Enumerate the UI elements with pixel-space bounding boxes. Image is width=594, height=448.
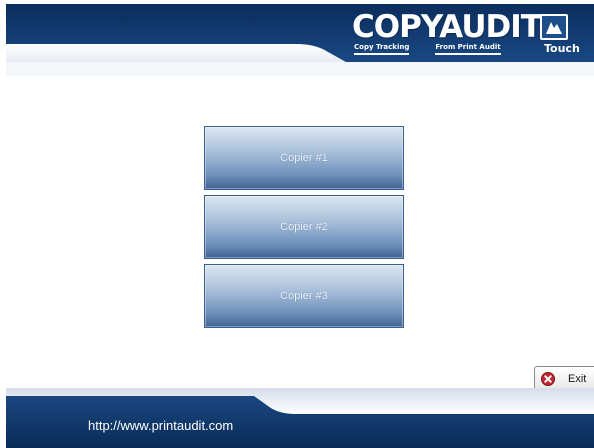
copier-1-button[interactable]: Copier #1 bbox=[204, 126, 404, 190]
logo-tagline-left: Copy Tracking bbox=[354, 43, 410, 55]
logo-tagline: Copy Tracking From Print Audit bbox=[354, 43, 501, 55]
logo-wordmark: COPYAUDIT bbox=[352, 9, 542, 45]
logo-tagline-right: From Print Audit bbox=[435, 43, 501, 55]
close-icon bbox=[541, 372, 555, 386]
website-link[interactable]: http://www.printaudit.com bbox=[88, 418, 233, 433]
copyaudit-logo: COPYAUDIT Copy Tracking From Print Audit … bbox=[352, 10, 582, 60]
header: COPYAUDIT Copy Tracking From Print Audit … bbox=[6, 4, 594, 76]
copier-2-button[interactable]: Copier #2 bbox=[204, 195, 404, 259]
copier-3-button[interactable]: Copier #3 bbox=[204, 264, 404, 328]
copier-list: Copier #1 Copier #2 Copier #3 bbox=[204, 126, 404, 333]
app-window: COPYAUDIT Copy Tracking From Print Audit … bbox=[6, 4, 594, 448]
logo-touch-badge-icon bbox=[540, 14, 568, 40]
logo-touch-label: Touch bbox=[544, 42, 580, 55]
exit-label: Exit bbox=[568, 373, 587, 385]
footer: http://www.printaudit.com bbox=[6, 388, 594, 448]
